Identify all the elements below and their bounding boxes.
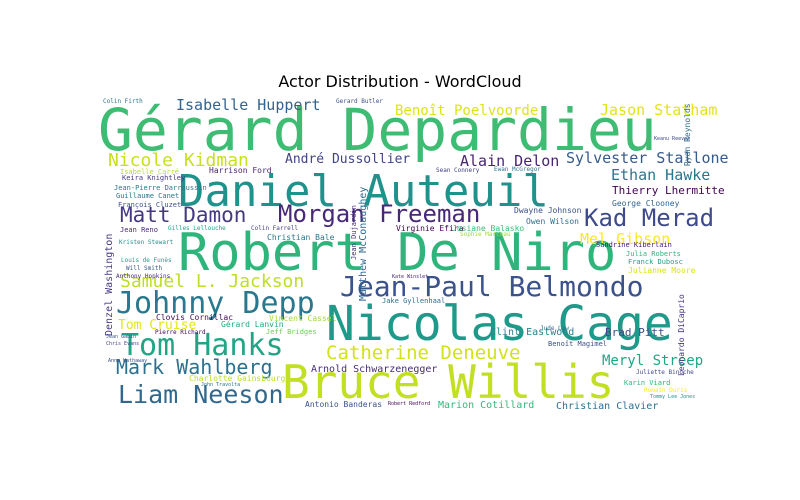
word-robert-redford: Robert Redford (388, 401, 430, 407)
word-pierre-richard: Pierre Richard (155, 329, 206, 336)
word-louis-de-funes: Louis de Funès (121, 257, 172, 264)
word-christian-clavier: Christian Clavier (556, 401, 658, 412)
word-sylvester-stallone: Sylvester Stallone (566, 149, 729, 167)
word-george-clooney: George Clooney (612, 199, 680, 208)
word-colin-farrell: Colin Farrell (251, 225, 298, 232)
word-ethan-hawke: Ethan Hawke (611, 166, 710, 184)
word-kristen-stewart: Kristen Stewart (119, 239, 174, 246)
word-denzel-washington: Denzel Washington (104, 234, 115, 336)
word-will-smith: Will Smith (126, 265, 163, 272)
word-anthony-hopkins: Anthony Hopkins (116, 273, 171, 280)
word-isabelle-huppert: Isabelle Huppert (176, 96, 321, 114)
word-colin-firth: Colin Firth (103, 98, 143, 105)
word-catherine-deneuve: Catherine Deneuve (326, 342, 520, 364)
word-antonio-banderas: Antonio Banderas (305, 400, 382, 409)
word-matthew-mcconaughey: Matthew McConaughey (358, 187, 369, 301)
word-marion-cotillard: Marion Cotillard (438, 400, 534, 411)
word-brad-pitt: Brad Pitt (605, 326, 665, 339)
word-benoit-magimel: Benoît Magimel (548, 340, 607, 348)
word-julia-roberts: Julia Roberts (626, 250, 681, 258)
word-franck-dubosc: Franck Dubosc (628, 258, 683, 266)
word-romain-duris: Romain Duris (644, 387, 688, 394)
word-anne-hathaway: Anne Hathaway (108, 358, 147, 364)
word-chris-evans: Chris Evans (106, 341, 139, 347)
word-karin-viard: Karin Viard (624, 379, 670, 387)
word-julianne-moore: Julianne Moore (628, 266, 696, 275)
word-sophie-marceau: Sophie Marceau (460, 231, 511, 238)
word-christian-bale: Christian Bale (267, 233, 335, 242)
word-jeff-bridges: Jeff Bridges (266, 328, 317, 336)
word-jake-gyllenhaal: Jake Gyllenhaal (382, 297, 445, 305)
word-dwayne-johnson: Dwayne Johnson (514, 206, 582, 215)
word-cloud: Gérard DepardieuRobert De NiroDaniel Aut… (98, 96, 729, 412)
word-john-travolta: John Travolta (201, 382, 240, 388)
word-gerard-butler: Gerard Butler (336, 98, 383, 105)
word-jude-law: Jude Law (540, 325, 569, 332)
word-harrison-ford: Harrison Ford (209, 166, 272, 175)
word-thierry-lhermitte: Thierry Lhermitte (612, 184, 725, 197)
word-francois-cluzet: François Cluzet (118, 201, 181, 209)
word-benoit-poelvoorde: Benoît Poelvoorde (395, 103, 538, 119)
word-jean-pierre-darroussin: Jean-Pierre Darroussin (114, 184, 207, 192)
word-jason-statham: Jason Statham (600, 101, 717, 119)
word-keanu-reeves: Keanu Reeves (654, 136, 690, 142)
word-jean-gabin: Jean Gabin (106, 334, 136, 340)
word-arnold-schwarzenegger: Arnold Schwarzenegger (311, 364, 437, 375)
word-ryan-reynolds: Ryan Reynolds (683, 103, 692, 166)
word-andre-dussollier: André Dussollier (285, 152, 410, 167)
word-leonardo-dicaprio: Leonardo DiCaprio (677, 294, 686, 376)
word-gilles-lellouche: Gilles Lellouche (168, 225, 226, 232)
word-sean-connery: Sean Connery (436, 167, 480, 174)
word-kate-winslet: Kate Winslet (392, 274, 428, 280)
word-jean-reno: Jean Reno (120, 226, 158, 234)
word-isabelle-carre: Isabelle Carré (120, 168, 179, 176)
word-guillaume-canet: Guillaume Canet (116, 192, 179, 200)
word-sandrine-kiberlain: Sandrine Kiberlain (596, 241, 672, 249)
word-owen-wilson: Owen Wilson (526, 217, 579, 226)
word-kad-merad: Kad Merad (584, 204, 714, 232)
word-ewan-mcgregor: Ewan McGregor (494, 166, 541, 173)
word-meryl-streep: Meryl Streep (602, 353, 703, 369)
word-tommy-lee-jones: Tommy Lee Jones (650, 394, 695, 400)
word-jean-dujardin: Jean Dujardin (350, 205, 358, 260)
